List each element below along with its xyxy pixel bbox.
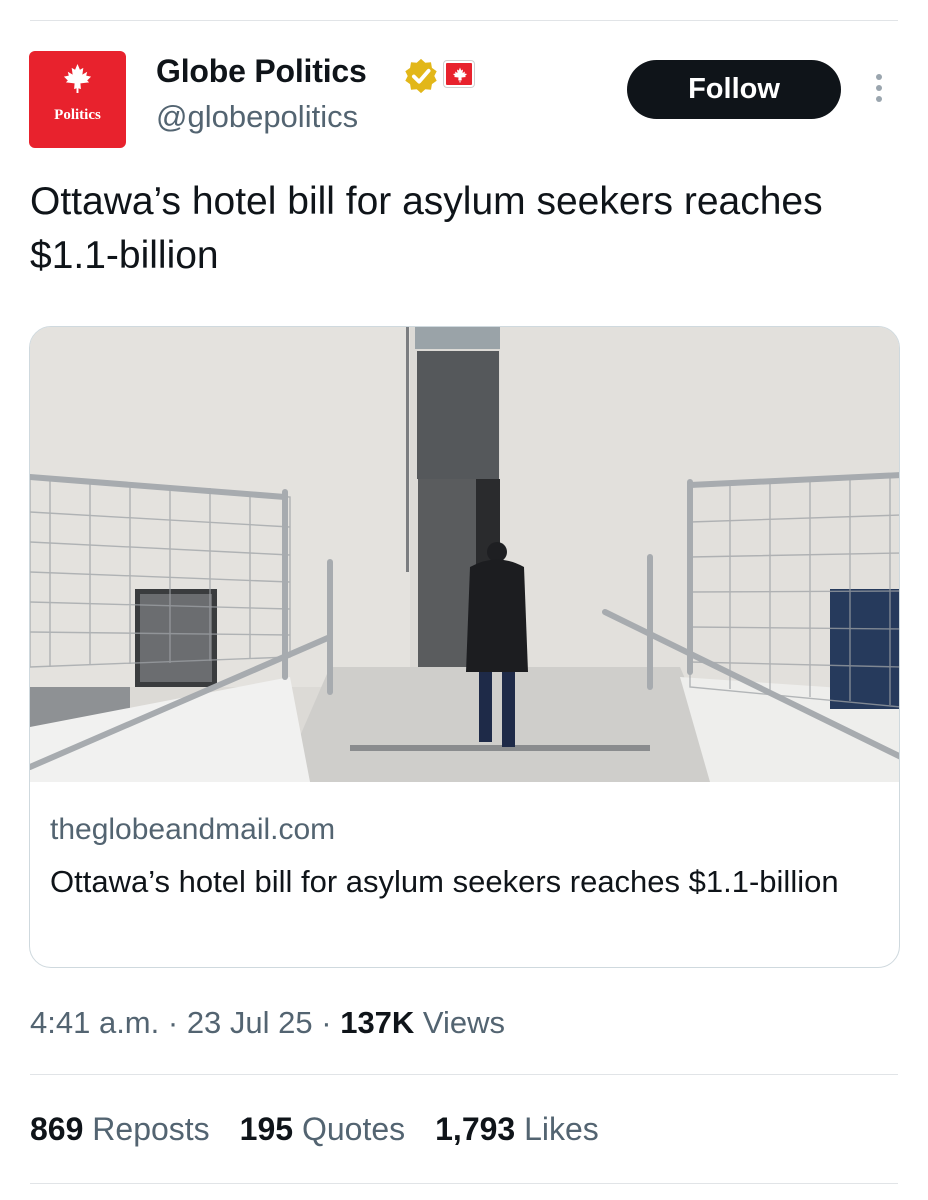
quotes-label: Quotes [293,1111,406,1147]
bottom-divider [30,1183,898,1184]
likes-count: 1,793 [435,1111,516,1147]
quotes-count: 195 [239,1111,294,1147]
views-count: 137K [340,1005,415,1040]
display-name[interactable]: Globe Politics [156,53,367,90]
stats-divider [30,1074,898,1075]
top-divider [30,20,898,21]
link-card-title[interactable]: Ottawa’s hotel bill for asylum seekers r… [50,858,870,906]
post-text: Ottawa’s hotel bill for asylum seekers r… [30,180,823,277]
link-card-domain[interactable]: theglobeandmail.com [50,813,335,847]
meta-separator: · [159,1005,187,1040]
post-time[interactable]: 4:41 a.m. [30,1005,159,1040]
reposts-label: Reposts [83,1111,210,1147]
quotes-stat[interactable]: 195 Quotes [240,1111,405,1148]
verified-badge-icon[interactable] [402,57,440,95]
avatar[interactable]: Politics [29,51,126,148]
views-label: Views [414,1005,506,1040]
reposts-count: 869 [30,1111,84,1147]
post-meta: 4:41 a.m. · 23 Jul 25 · 137K Views [30,1005,505,1041]
meta-separator: · [312,1005,341,1040]
user-handle[interactable]: @globepolitics [156,99,358,135]
likes-stat[interactable]: 1,793 Likes [435,1111,599,1148]
reposts-stat[interactable]: 869 Reposts [30,1111,210,1148]
article-photo[interactable] [30,327,900,782]
affiliation-badge-icon[interactable] [444,61,474,87]
link-card[interactable]: theglobeandmail.com Ottawa’s hotel bill … [29,326,900,968]
maple-leaf-icon [63,63,92,94]
avatar-label: Politics [54,107,101,123]
more-options-icon[interactable] [872,74,886,106]
follow-button[interactable]: Follow [627,60,841,119]
post-date[interactable]: 23 Jul 25 [187,1005,313,1040]
engagement-stats: 869 Reposts 195 Quotes 1,793 Likes [30,1111,599,1148]
likes-label: Likes [515,1111,599,1147]
